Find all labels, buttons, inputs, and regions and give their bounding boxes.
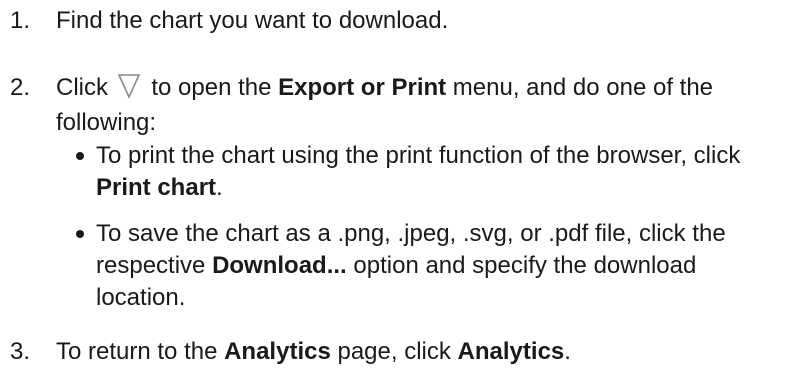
step-number: 3. <box>10 338 31 365</box>
bullet-text: To print the chart using the print funct… <box>96 140 768 204</box>
step-3-post: . <box>564 338 571 365</box>
bullet-1-pre: To print the chart using the print funct… <box>96 142 741 169</box>
print-chart-option: Print chart <box>96 174 217 201</box>
step-3-pre: To return to the <box>56 338 225 365</box>
bullet-1-post: . <box>216 174 223 201</box>
step-text: To return to the Analytics page, click A… <box>56 336 778 367</box>
open-menu-pre: to open the <box>151 74 279 101</box>
menu-name: Export or Print <box>278 74 447 101</box>
analytics-page-name: Analytics <box>224 338 331 365</box>
step-number: 2. <box>10 74 31 101</box>
bullet-text: To save the chart as a .png, .jpeg, .svg… <box>96 218 768 314</box>
step-text: Find the chart you want to download. <box>56 5 778 36</box>
download-option: Download... <box>212 252 347 279</box>
step-3-mid: page, click <box>330 338 458 365</box>
step-text: Click to open the Export or Print menu, … <box>56 72 778 138</box>
step-1-text: Find the chart you want to download. <box>56 7 449 34</box>
export-menu-triangle-icon <box>117 73 141 107</box>
step-number: 1. <box>10 7 31 34</box>
analytics-link-name: Analytics <box>457 338 565 365</box>
bullet-icon <box>76 230 84 238</box>
bullet-icon <box>76 152 84 160</box>
click-word: Click <box>56 74 108 101</box>
